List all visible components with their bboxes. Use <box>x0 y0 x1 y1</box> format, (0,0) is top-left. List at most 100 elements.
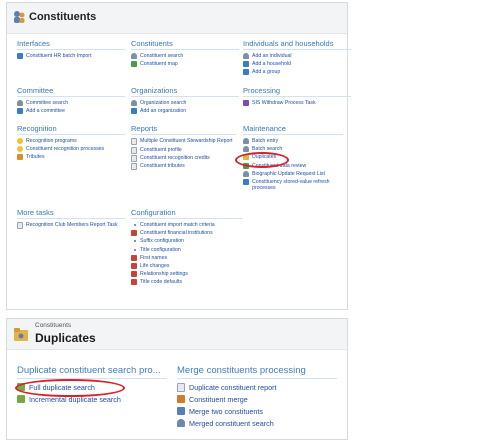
section-heading: Configuration <box>131 208 243 219</box>
report-icon <box>131 155 137 163</box>
people-search-icon <box>177 419 185 427</box>
link-merged-constituent-search[interactable]: Merged constituent search <box>177 419 337 428</box>
link-constituent-import-match-criteria[interactable]: Constituent import match criteria <box>131 222 243 228</box>
section-heading: Interfaces <box>17 39 125 50</box>
link-duplicate-constituent-report[interactable]: Duplicate constituent report <box>177 383 337 392</box>
section-more-tasks: More tasks Recognition Club Members Repo… <box>17 208 125 231</box>
add-household-icon <box>243 61 249 68</box>
person-search-icon <box>131 53 137 59</box>
section-heading: Individuals and households <box>243 39 351 50</box>
link-add-committee[interactable]: Add a committee <box>17 108 125 115</box>
section-heading: Organizations <box>131 86 239 97</box>
bullet-icon <box>134 224 136 226</box>
section-organizations: Organizations Organization search Add an… <box>131 86 239 116</box>
link-organization-search[interactable]: Organization search <box>131 100 239 106</box>
link-constituent-search[interactable]: Constituent search <box>131 53 239 59</box>
link-recognition-club-members-report-task[interactable]: Recognition Club Members Report Task <box>17 222 125 229</box>
breadcrumb[interactable]: Constituents <box>35 322 71 329</box>
link-constituent-tributes[interactable]: Constituent tributes <box>131 163 236 171</box>
section-heading: Committee <box>17 86 125 97</box>
report-icon <box>17 222 23 229</box>
refresh-icon <box>243 179 249 186</box>
link-life-changes[interactable]: Life changes <box>131 263 243 270</box>
link-sis-withdraw-process-task[interactable]: SIS Withdraw Process Task <box>243 100 351 106</box>
section-individuals-households: Individuals and households Add an indivi… <box>243 39 351 78</box>
bullet-icon <box>134 248 136 251</box>
section-merge-processing: Merge constituents processing Duplicate … <box>177 365 337 431</box>
link-constituent-merge[interactable]: Constituent merge <box>177 395 337 404</box>
report-icon <box>131 138 137 145</box>
link-suffix-configuration[interactable]: Suffix configuration <box>131 238 243 244</box>
code-table-icon <box>131 279 137 286</box>
bank-icon <box>131 230 137 237</box>
link-recognition-programs[interactable]: Recognition programs <box>17 138 125 144</box>
link-constituent-hr-batch-import[interactable]: Constituent HR batch Import <box>17 53 125 59</box>
link-title-configuration[interactable]: Title configuration <box>131 247 243 253</box>
full-duplicate-search-highlight-oval <box>15 379 125 397</box>
star-icon <box>17 146 23 153</box>
section-heading: Reports <box>131 124 236 135</box>
section-heading: Duplicate constituent search pro... <box>17 365 167 379</box>
report-icon <box>131 146 137 154</box>
link-constituent-recognition-credits[interactable]: Constituent recognition credits <box>131 155 236 163</box>
code-table-icon <box>131 254 137 261</box>
constituents-panel: Constituents Interfaces Constituent HR b… <box>6 2 351 310</box>
map-icon <box>131 61 137 68</box>
section-heading: Constituents <box>131 39 239 50</box>
section-interfaces: Interfaces Constituent HR batch Import <box>17 39 125 61</box>
link-constituent-financial-institutions[interactable]: Constituent financial institutions <box>131 230 243 237</box>
report-icon <box>131 163 137 171</box>
link-constituency-stored-value-refresh-processes[interactable]: Constituency stored-value refresh proces… <box>243 179 343 192</box>
link-add-group[interactable]: Add a group <box>243 69 351 76</box>
link-batch-entry[interactable]: Batch entry <box>243 138 343 144</box>
constituents-header: Constituents <box>7 3 347 34</box>
batch-search-icon <box>243 146 249 153</box>
committee-search-icon <box>17 100 23 106</box>
link-title-code-defaults[interactable]: Title code defaults <box>131 279 243 286</box>
page-title: Constituents <box>29 11 97 23</box>
link-constituent-map[interactable]: Constituent map <box>131 61 239 68</box>
section-committee: Committee Committee search Add a committ… <box>17 86 125 116</box>
link-add-individual[interactable]: Add an individual <box>243 53 351 59</box>
biographic-icon <box>243 170 249 177</box>
section-recognition: Recognition Recognition programs Constit… <box>17 124 125 163</box>
bullet-icon <box>134 240 136 243</box>
merge-icon <box>177 395 185 403</box>
page-title: Duplicates <box>35 331 96 345</box>
link-constituent-recognition-processes[interactable]: Constituent recognition processes <box>17 146 125 153</box>
section-heading: Processing <box>243 86 351 97</box>
search-icon <box>17 395 25 403</box>
section-heading: Recognition <box>17 124 125 135</box>
code-table-icon <box>131 263 137 270</box>
code-table-icon <box>131 271 137 278</box>
link-multiple-constituent-stewardship-report[interactable]: Multiple Constituent Stewardship Report <box>131 138 236 145</box>
tribute-icon <box>17 154 23 161</box>
link-tributes[interactable]: Tributes <box>17 154 125 161</box>
link-merge-two-constituents[interactable]: Merge two constituents <box>177 407 337 416</box>
link-biographic-update-request-list[interactable]: Biographic Update Request List <box>243 170 343 177</box>
section-reports: Reports Multiple Constituent Stewardship… <box>131 124 236 172</box>
add-group-icon <box>243 69 249 76</box>
section-constituents: Constituents Constituent search Constitu… <box>131 39 239 69</box>
link-first-names[interactable]: First names <box>131 254 243 261</box>
link-committee-search[interactable]: Committee search <box>17 100 125 106</box>
add-committee-icon <box>17 108 23 115</box>
link-relationship-settings[interactable]: Relationship settings <box>131 271 243 278</box>
star-icon <box>17 138 23 144</box>
add-organization-icon <box>131 108 137 115</box>
report-icon <box>177 383 185 392</box>
merge-two-icon <box>177 407 185 415</box>
constituents-icon <box>13 10 25 24</box>
duplicates-highlight-oval <box>235 152 289 168</box>
duplicates-header: Constituents Duplicates <box>7 319 347 350</box>
batch-entry-icon <box>243 138 249 144</box>
link-incremental-duplicate-search[interactable]: Incremental duplicate search <box>17 395 167 404</box>
section-heading: Maintenance <box>243 124 343 135</box>
link-constituent-profile[interactable]: Constituent profile <box>131 146 236 154</box>
link-add-household[interactable]: Add a household <box>243 61 351 68</box>
link-add-organization[interactable]: Add an organization <box>131 108 239 115</box>
section-heading: More tasks <box>17 208 125 219</box>
section-heading: Merge constituents processing <box>177 365 337 379</box>
section-configuration: Configuration Constituent import match c… <box>131 208 243 288</box>
section-processing: Processing SIS Withdraw Process Task <box>243 86 351 108</box>
